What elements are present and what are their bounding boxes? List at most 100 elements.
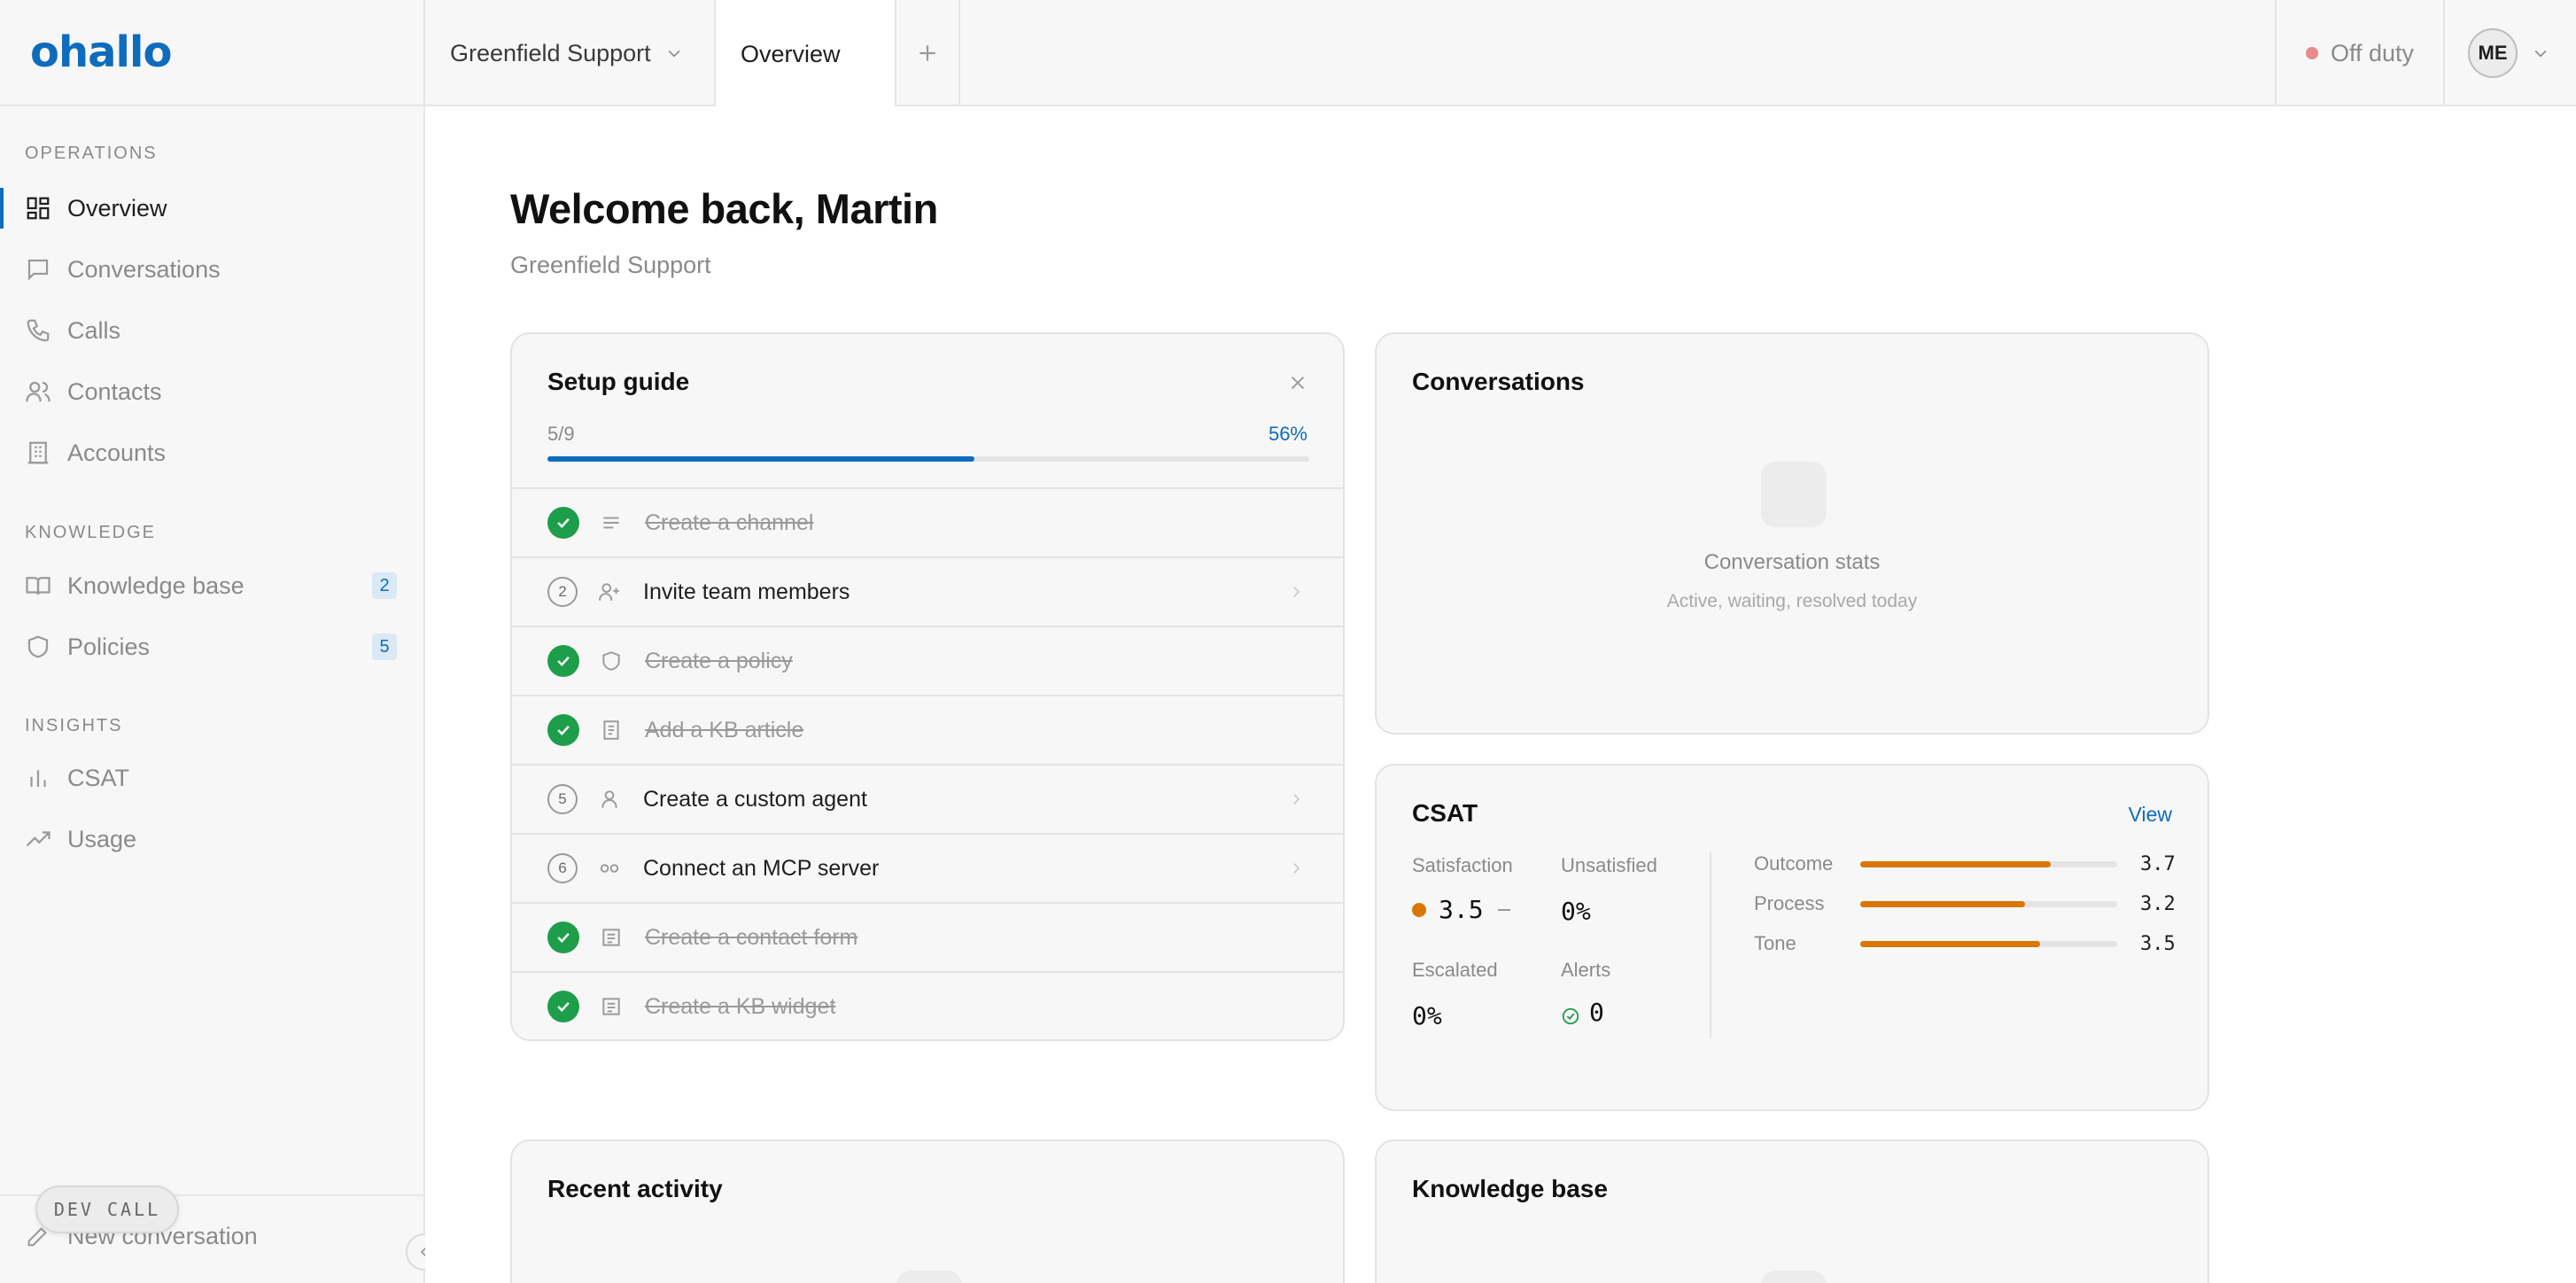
sidebar-item-conversations[interactable]: Conversations xyxy=(0,240,423,299)
metric-bar xyxy=(1860,900,2117,907)
metric-bar xyxy=(1860,940,2117,947)
chevron-down-icon xyxy=(2534,50,2547,58)
dev-call-button[interactable]: DEV CALL xyxy=(35,1186,179,1233)
satisfaction-value: 3.5 xyxy=(1412,895,1510,924)
csat-metric-row: Tone 3.5 xyxy=(1754,930,2176,957)
setup-step[interactable]: Add a KB article xyxy=(512,695,1343,764)
step-label: Create a channel xyxy=(645,509,814,535)
chat-icon xyxy=(25,256,51,283)
card-title: Knowledge base xyxy=(1412,1175,1608,1202)
sidebar-item-label: Accounts xyxy=(67,439,167,466)
check-icon xyxy=(547,507,579,539)
form-icon xyxy=(599,994,624,1019)
page-subtitle: Greenfield Support xyxy=(510,252,711,278)
sidebar-item-usage[interactable]: Usage xyxy=(0,810,423,868)
recent-activity-card: Recent activity xyxy=(510,1139,1345,1283)
user-menu[interactable]: ME xyxy=(2468,28,2549,78)
trend-icon xyxy=(25,826,51,852)
chevron-down-icon xyxy=(668,50,680,58)
sidebar-item-label: Conversations xyxy=(67,255,221,283)
placeholder-icon xyxy=(1761,462,1827,527)
setup-step[interactable]: 2 Invite team members xyxy=(512,556,1343,626)
sidebar-item-label: Contacts xyxy=(67,377,162,405)
shield-icon xyxy=(25,634,51,660)
progress-bar xyxy=(547,456,1309,462)
sidebar-item-label: Knowledge base xyxy=(67,572,244,599)
step-number: 5 xyxy=(547,784,578,814)
sidebar-item-label: CSAT xyxy=(67,764,130,791)
metric-bar-fill xyxy=(1860,900,2025,907)
setup-step[interactable]: Create a KB widget xyxy=(512,971,1343,1039)
sidebar-footer: New conversation DEV CALL xyxy=(0,1186,443,1283)
user-plus-icon xyxy=(597,579,622,604)
count-badge: 5 xyxy=(372,634,397,660)
step-label: Connect an MCP server xyxy=(643,855,880,881)
setup-step[interactable]: 6 Connect an MCP server xyxy=(512,833,1343,902)
placeholder-icon xyxy=(896,1271,962,1283)
duty-status-label: Off duty xyxy=(2330,39,2415,66)
book-icon xyxy=(25,572,51,599)
form-icon xyxy=(599,925,624,950)
tab-label: Overview xyxy=(741,40,841,67)
sidebar-item-contacts[interactable]: Contacts xyxy=(0,362,423,421)
logo[interactable]: ohallo xyxy=(30,27,172,77)
topbar: Greenfield Support Overview Off duty ME xyxy=(425,0,2576,108)
user-icon xyxy=(597,787,622,812)
setup-step-list: Create a channel 2 Invite team members Crea… xyxy=(512,487,1343,1041)
escalated-value: 0% xyxy=(1412,1001,1442,1030)
setup-step[interactable]: Create a channel xyxy=(512,487,1343,556)
setup-step[interactable]: Create a contact form xyxy=(512,902,1343,971)
tab-overview[interactable]: Overview xyxy=(716,0,896,108)
setup-step[interactable]: 5 Create a custom agent xyxy=(512,764,1343,833)
sidebar-item-overview[interactable]: Overview xyxy=(0,179,423,237)
progress-fill xyxy=(547,456,974,462)
setup-step[interactable]: 9Configure AI personality xyxy=(512,1040,1343,1041)
step-number: 2 xyxy=(547,577,578,607)
metric-bar-fill xyxy=(1860,860,2051,867)
card-title: Conversations xyxy=(1412,368,1585,395)
check-icon xyxy=(547,645,579,677)
sidebar-item-calls[interactable]: Calls xyxy=(0,301,423,360)
sidebar-item-knowledge-base[interactable]: Knowledge base 2 xyxy=(0,556,423,615)
unsatisfied-value: 0% xyxy=(1561,897,1591,926)
duty-status-toggle[interactable]: Off duty xyxy=(2275,0,2445,106)
section-knowledge: KNOWLEDGE xyxy=(25,523,157,542)
divider xyxy=(1710,852,1711,1038)
main-content: Welcome back, Martin Greenfield Support … xyxy=(425,106,2576,1283)
logo-area: ohallo xyxy=(0,0,423,106)
satisfaction-dot xyxy=(1412,902,1426,917)
conversations-card: Conversations Conversation stats Active,… xyxy=(1375,332,2209,735)
setup-step[interactable]: Create a policy xyxy=(512,626,1343,695)
plus-icon xyxy=(919,45,935,61)
close-button[interactable] xyxy=(1288,373,1307,393)
lines-icon xyxy=(599,510,624,535)
check-circle-icon xyxy=(1561,1003,1580,1024)
metric-bar-fill xyxy=(1860,940,2040,947)
metric-value: 3.2 xyxy=(2140,892,2176,915)
knowledge-base-card: Knowledge base xyxy=(1375,1139,2209,1283)
alerts-label: Alerts xyxy=(1561,959,1611,981)
metric-label: Tone xyxy=(1754,932,1796,954)
empty-state-subtitle: Active, waiting, resolved today xyxy=(1666,591,1918,611)
sidebar-item-accounts[interactable]: Accounts xyxy=(0,424,423,482)
workspace-switcher[interactable]: Greenfield Support xyxy=(425,0,716,106)
sidebar-item-label: Usage xyxy=(67,825,137,852)
step-label: Create a custom agent xyxy=(643,786,867,812)
progress-percent: 56% xyxy=(1268,423,1307,445)
sidebar-item-label: Calls xyxy=(67,316,121,344)
sidebar-item-policies[interactable]: Policies 5 xyxy=(0,618,423,676)
unsatisfied-label: Unsatisfied xyxy=(1561,854,1657,876)
check-icon xyxy=(547,714,579,746)
card-title: CSAT xyxy=(1412,799,1478,827)
csat-metric-row: Outcome 3.7 xyxy=(1754,851,2176,877)
workspace-name: Greenfield Support xyxy=(450,39,651,66)
check-icon xyxy=(547,921,579,953)
step-label: Invite team members xyxy=(643,579,850,604)
alerts-value: 0 xyxy=(1561,998,1604,1027)
sidebar: ohallo OPERATIONS Overview Conversations… xyxy=(0,0,443,1283)
shield-icon xyxy=(599,649,624,673)
csat-metric-row: Process 3.2 xyxy=(1754,890,2176,917)
add-tab-button[interactable] xyxy=(896,0,960,106)
view-csat-link[interactable]: View xyxy=(2129,803,2172,827)
sidebar-item-csat[interactable]: CSAT xyxy=(0,749,423,807)
